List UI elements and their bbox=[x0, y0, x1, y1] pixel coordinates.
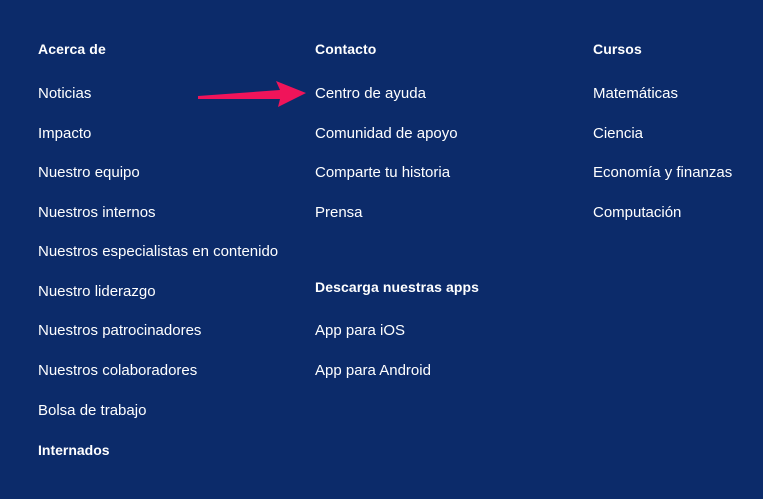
arrow-right-icon bbox=[198, 81, 306, 107]
footer-heading-apps: Descarga nuestras apps bbox=[315, 279, 480, 295]
footer-heading-about: Acerca de bbox=[38, 41, 106, 57]
footer-link-noticias[interactable]: Noticias bbox=[38, 85, 91, 102]
footer-link-internados[interactable]: Internados bbox=[38, 442, 110, 458]
footer-link-impacto[interactable]: Impacto bbox=[38, 125, 91, 142]
footer-link-nuestros-internos[interactable]: Nuestros internos bbox=[38, 204, 156, 221]
footer-link-comunidad-de-apoyo[interactable]: Comunidad de apoyo bbox=[315, 125, 458, 142]
site-footer: Acerca de Noticias Impacto Nuestro equip… bbox=[0, 0, 763, 499]
footer-link-centro-de-ayuda[interactable]: Centro de ayuda bbox=[315, 85, 426, 102]
footer-link-computacion[interactable]: Computación bbox=[593, 204, 681, 221]
footer-link-patrocinadores[interactable]: Nuestros patrocinadores bbox=[38, 322, 201, 339]
footer-link-bolsa-de-trabajo[interactable]: Bolsa de trabajo bbox=[38, 402, 146, 419]
footer-link-app-ios[interactable]: App para iOS bbox=[315, 322, 405, 339]
footer-link-app-android[interactable]: App para Android bbox=[315, 362, 431, 379]
footer-link-matematicas[interactable]: Matemáticas bbox=[593, 85, 678, 102]
footer-heading-courses: Cursos bbox=[593, 41, 642, 57]
footer-link-ciencia[interactable]: Ciencia bbox=[593, 125, 643, 142]
footer-link-prensa[interactable]: Prensa bbox=[315, 204, 363, 221]
footer-link-economia-y-finanzas[interactable]: Economía y finanzas bbox=[593, 164, 732, 181]
footer-link-colaboradores[interactable]: Nuestros colaboradores bbox=[38, 362, 197, 379]
footer-link-comparte-tu-historia[interactable]: Comparte tu historia bbox=[315, 164, 450, 181]
footer-heading-contact: Contacto bbox=[315, 41, 377, 57]
footer-link-liderazgo[interactable]: Nuestro liderazgo bbox=[38, 283, 156, 300]
footer-link-especialistas[interactable]: Nuestros especialistas en contenido bbox=[38, 243, 278, 260]
footer-link-nuestro-equipo[interactable]: Nuestro equipo bbox=[38, 164, 140, 181]
